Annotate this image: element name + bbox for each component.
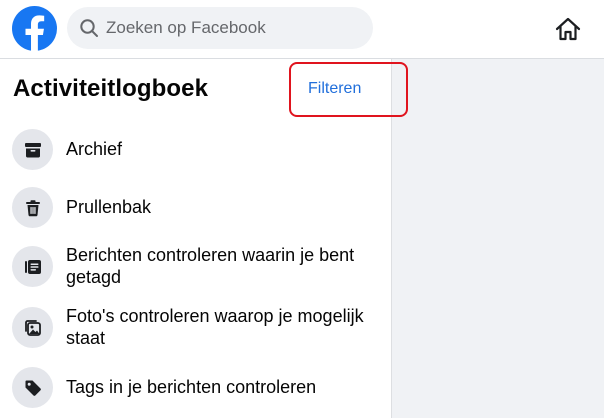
content-area <box>391 59 604 418</box>
search-icon <box>80 19 98 37</box>
photo-review-icon <box>12 307 53 348</box>
menu-item-label: Prullenbak <box>66 197 152 217</box>
menu-item-label: Tags in je berichten controleren <box>66 377 317 397</box>
menu-item-label: Archief <box>66 139 123 159</box>
menu-item-trash[interactable]: Prullenbak <box>0 185 391 229</box>
menu-item-archive[interactable]: Archief <box>0 127 391 171</box>
search-bar[interactable] <box>67 7 373 49</box>
menu-item-label: Berichten controleren waarin je bent get… <box>66 245 355 287</box>
tag-icon <box>12 367 53 408</box>
filter-button[interactable]: Filteren <box>308 80 361 98</box>
menu-item-review-tags[interactable]: Tags in je berichten controleren <box>0 365 391 409</box>
menu-item-review-photos[interactable]: Foto's controleren waarop je mogelijk st… <box>0 304 391 350</box>
search-input[interactable] <box>106 18 366 38</box>
top-navigation-bar <box>0 0 604 59</box>
page-title: Activiteitlogboek <box>13 75 209 102</box>
facebook-logo-icon[interactable] <box>12 6 57 51</box>
tagged-posts-icon <box>12 246 53 287</box>
menu-item-review-tagged-posts[interactable]: Berichten controleren waarin je bent get… <box>0 243 391 289</box>
archive-icon <box>12 129 53 170</box>
menu-item-label: Foto's controleren waarop je mogelijk st… <box>66 306 364 348</box>
home-icon <box>555 17 581 41</box>
trash-icon <box>12 187 53 228</box>
home-button[interactable] <box>548 11 588 47</box>
